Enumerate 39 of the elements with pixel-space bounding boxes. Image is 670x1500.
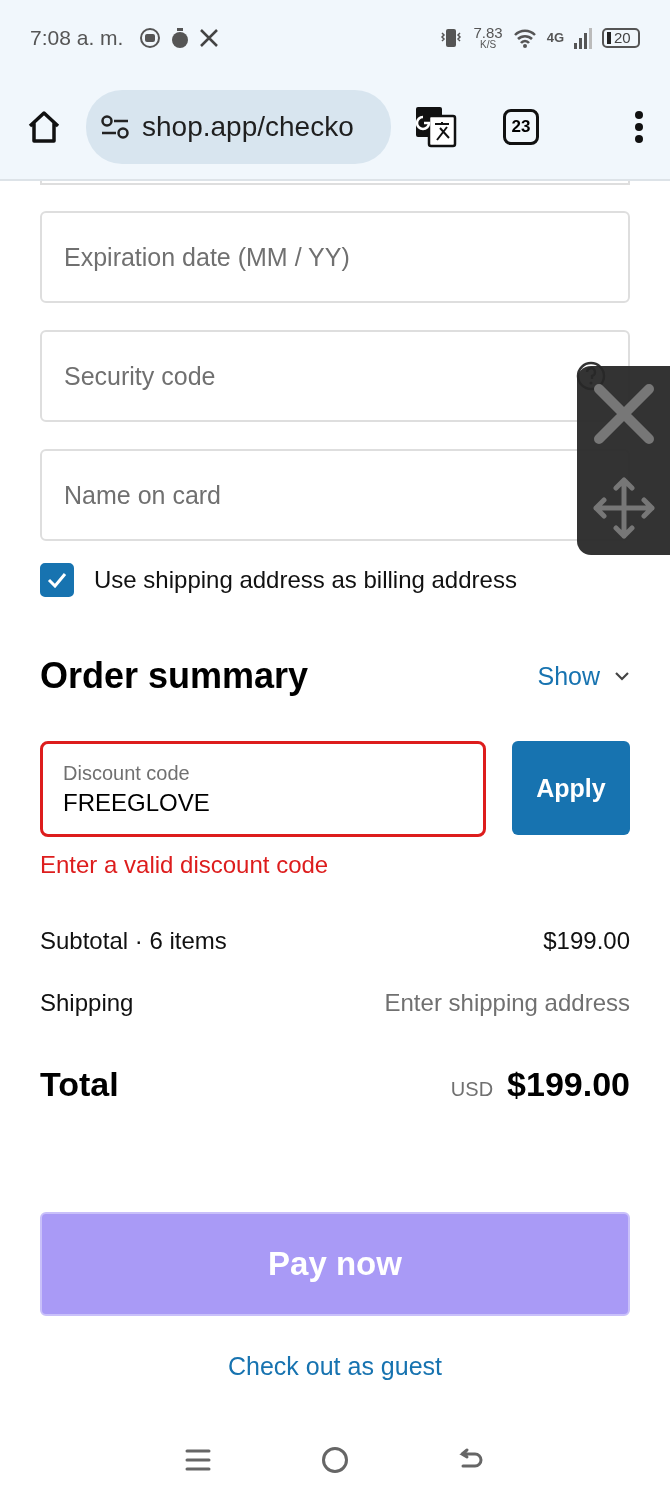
signal-icon [574,26,592,49]
section-title: Order summary [40,655,309,697]
tab-count-button[interactable]: 23 [503,109,539,145]
checkbox[interactable] [40,563,74,597]
total-label: Total [40,1065,119,1104]
currency-label: USD [450,1078,494,1101]
apply-button[interactable]: Apply [512,741,630,835]
summary-label: Shipping [40,989,134,1017]
battery-indicator: 20 [602,27,640,48]
guest-checkout-link[interactable]: Check out as guest [228,1352,442,1381]
address-bar[interactable]: shop.app/checko [86,90,391,164]
network-speed: 7.83 [473,25,503,40]
checkbox-label[interactable]: Use shipping address as billing address [94,566,517,594]
network-speed-unit: K/S [480,40,497,50]
site-settings-icon[interactable] [100,114,130,140]
recent-apps-icon[interactable] [185,1448,211,1472]
translate-icon[interactable] [415,106,457,148]
total-amount: $199.00 [507,1065,630,1104]
summary-label: Subtotal · 6 items [40,927,227,955]
field-label: Discount code [63,761,191,785]
show-toggle[interactable]: Show [537,661,630,691]
summary-value: Enter shipping address [384,989,630,1017]
wifi-icon [512,27,537,48]
network-type: 4G [546,30,564,45]
checkmark-icon [47,572,67,588]
field-value: FREEGLOVE [63,788,211,817]
move-icon[interactable] [591,476,656,541]
chevron-down-icon [614,671,630,681]
home-icon[interactable] [26,109,62,145]
discount-field[interactable]: Discount code FREEGLOVE [40,741,486,837]
summary-value: $199.00 [543,927,630,955]
home-button-icon[interactable] [321,1446,349,1474]
vibrate-icon [439,26,464,49]
stopwatch-icon [171,27,190,48]
input-field[interactable]: Expiration date (MM / YY) [40,211,630,303]
x-logo-icon [199,27,220,48]
status-time: 7:08 a. m. [30,25,124,50]
error-message: Enter a valid discount code [40,851,330,879]
more-options-icon[interactable] [634,110,644,144]
